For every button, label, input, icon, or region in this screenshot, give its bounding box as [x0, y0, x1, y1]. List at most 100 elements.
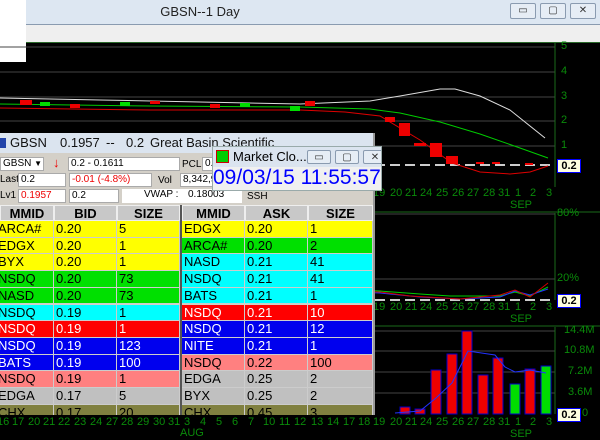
volume-axis-label: 3.6M — [568, 386, 593, 398]
date-tick: 23 — [74, 416, 87, 428]
date-tick: 11 — [279, 416, 291, 428]
date-tick: 24 — [420, 416, 433, 428]
lv1-bid-field: 0.1957 — [18, 189, 66, 203]
bid-row-price: 0.19 — [54, 304, 117, 322]
last-label: Last — [0, 174, 19, 185]
ask-row-price: 0.21 — [245, 254, 308, 272]
date-tick: 20 — [390, 187, 403, 199]
bid-row-price: 0.20 — [54, 221, 117, 238]
bid-mmid-header[interactable]: MMID — [0, 205, 54, 221]
date-tick: 29 — [137, 416, 150, 428]
lv1-label: Lv1 — [0, 190, 17, 201]
date-tick: 3 — [546, 187, 553, 199]
bid-row-price: 0.20 — [54, 271, 117, 288]
price-axis-label: 3 — [561, 90, 568, 102]
ask-size-header[interactable]: SIZE — [308, 205, 373, 221]
bid-row-size: 100 — [117, 354, 180, 372]
ask-row-size: 100 — [308, 354, 373, 372]
ask-row-size: 2 — [308, 371, 373, 388]
ask-row-mmid: ARCA# — [182, 237, 245, 255]
bid-row-price: 0.19 — [54, 354, 117, 372]
ask-row-size: 41 — [308, 271, 373, 288]
date-tick: 28 — [483, 187, 496, 199]
ask-mmid-header[interactable]: MMID — [182, 205, 245, 221]
minimize-button[interactable]: ▭ — [510, 3, 536, 19]
bid-row-size: 1 — [117, 254, 180, 272]
market-clock-window: Market Clo... ▭ ▢ ✕ 09/03/15 11:55:57 — [212, 146, 382, 191]
bid-row-mmid: NSDQ — [0, 271, 54, 288]
date-tick: 1 — [515, 301, 522, 313]
lv1-ask-field: 0.2 — [69, 189, 119, 203]
ask-row-mmid: NSDQ — [182, 304, 245, 322]
ask-row-size: 1 — [308, 287, 373, 305]
bid-size-header[interactable]: SIZE — [117, 205, 180, 221]
bid-row-price: 0.19 — [54, 371, 117, 388]
date-tick: 1 — [515, 187, 522, 199]
volume-axis-label: 0 — [582, 407, 589, 419]
clock-app-icon — [216, 150, 229, 163]
ask-row-price: 0.25 — [245, 371, 308, 388]
date-tick: 25 — [436, 187, 449, 199]
date-tick: 27 — [106, 416, 119, 428]
bid-row-mmid: BYX — [0, 254, 54, 272]
bid-row-price: 0.20 — [54, 287, 117, 305]
month-label: SEP — [510, 313, 533, 325]
pcl-label: PCL — [182, 159, 202, 170]
chevron-down-icon: ▼ — [34, 159, 42, 168]
date-tick: 27 — [467, 187, 480, 199]
price-axis-label: 5 — [561, 40, 568, 52]
ask-row-size: 10 — [308, 304, 373, 322]
month-label: SEP — [510, 428, 533, 440]
close-button[interactable]: ✕ — [570, 3, 596, 19]
symbol-select[interactable]: GBSN ▼ — [0, 157, 44, 171]
date-tick: 2 — [530, 416, 537, 428]
bid-row-size: 5 — [117, 221, 180, 238]
bid-row-size: 73 — [117, 287, 180, 305]
level2-ask: 0.2 — [126, 135, 145, 150]
bid-row-mmid: NASD — [0, 287, 54, 305]
date-tick: 31 — [168, 416, 181, 428]
bid-row-price: 0.20 — [54, 254, 117, 272]
price-axis-label: 2 — [561, 114, 568, 126]
clock-close-button[interactable]: ✕ — [363, 150, 381, 164]
date-tick: 7 — [248, 416, 255, 428]
clock-restore-button[interactable]: ▢ — [335, 150, 359, 164]
bid-row-size: 20 — [117, 404, 180, 415]
bid-row-size: 1 — [117, 321, 180, 338]
date-tick: 16 — [0, 416, 10, 428]
bid-row-size: 1 — [117, 304, 180, 322]
market-clock-title-bar[interactable]: Market Clo... ▭ ▢ ✕ — [213, 147, 381, 167]
bid-row-price: 0.19 — [54, 321, 117, 338]
month-label: SEP — [510, 199, 533, 211]
ask-price-header[interactable]: ASK — [245, 205, 308, 221]
bid-row-price: 0.17 — [54, 404, 117, 415]
osc-axis-label: 80% — [557, 207, 580, 219]
vwap-field: VWAP : 0.18003 — [122, 189, 242, 203]
restore-button[interactable]: ▢ — [540, 3, 566, 19]
change-field: -0.01 (-4.8%) — [69, 173, 152, 187]
ask-row-price: 0.21 — [245, 287, 308, 305]
ask-row-price: 0.21 — [245, 321, 308, 338]
ask-row-mmid: NSDQ — [182, 321, 245, 338]
date-tick: 28 — [483, 416, 496, 428]
bid-row-size: 73 — [117, 271, 180, 288]
bid-row-price: 0.17 — [54, 388, 117, 405]
ask-row-price: 0.21 — [245, 337, 308, 355]
last-price-tag: 0.2 — [557, 408, 581, 422]
date-tick: 20 — [390, 301, 403, 313]
vwap-label: VWAP : — [144, 189, 179, 200]
bid-row-mmid: ARCA# — [0, 221, 54, 238]
date-tick: 5 — [216, 416, 223, 428]
last-price-tag: 0.2 — [557, 159, 581, 173]
app-icon — [0, 138, 6, 148]
clock-minimize-button[interactable]: ▭ — [307, 150, 331, 164]
bid-row-mmid: CHX — [0, 404, 54, 415]
ask-row-mmid: BYX — [182, 388, 245, 405]
date-tick: 21 — [405, 187, 418, 199]
date-tick: 31 — [498, 187, 511, 199]
ask-row-size: 1 — [308, 337, 373, 355]
bid-row-mmid: NSDQ — [0, 321, 54, 338]
date-tick: 18 — [358, 416, 371, 428]
ask-row-price: 0.20 — [245, 221, 308, 238]
bid-price-header[interactable]: BID — [54, 205, 117, 221]
